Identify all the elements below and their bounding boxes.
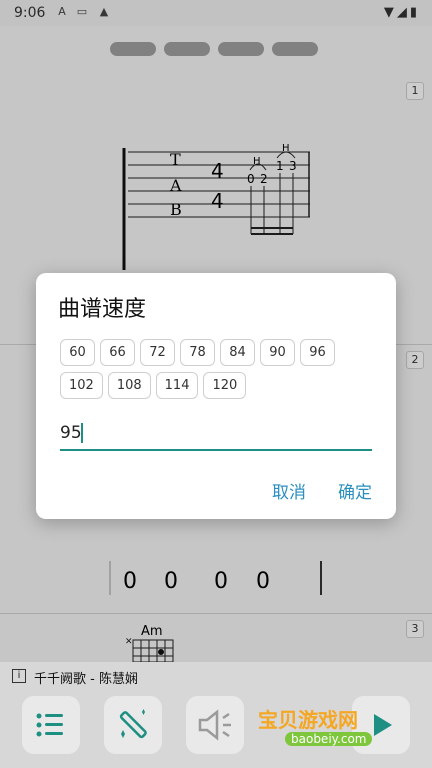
song-title: 千千阙歌 - 陈慧娴 — [34, 672, 138, 687]
dialog-actions: 取消 确定 — [272, 478, 372, 503]
notification-a-icon: A — [58, 5, 66, 18]
status-right-icons: ▼◢▮ — [383, 5, 420, 20]
chord-name: Am — [141, 624, 163, 639]
text-caret — [81, 423, 83, 443]
fret-note-4: 3 — [289, 159, 297, 173]
magic-button[interactable] — [104, 696, 162, 754]
tempo-options: 60 66 72 78 84 90 96 102 108 114 120 — [60, 339, 380, 399]
confirm-button[interactable]: 确定 — [338, 478, 372, 503]
cancel-button[interactable]: 取消 — [272, 478, 306, 503]
fret-note-3: 1 — [276, 159, 284, 173]
tempo-option-72[interactable]: 72 — [140, 339, 175, 366]
time-signature-top: 4 — [211, 159, 224, 183]
list-icon — [36, 713, 63, 737]
tempo-option-60[interactable]: 60 — [60, 339, 95, 366]
tempo-option-120[interactable]: 120 — [203, 372, 247, 399]
watermark-url: baobeiy.com — [285, 732, 373, 746]
rest-note-3: 0 — [214, 569, 228, 594]
tab-staff-1: T A B 4 4 H H 0 2 1 3 — [122, 143, 310, 270]
page-indicator-4[interactable] — [272, 42, 318, 56]
rest-note-4: 0 — [256, 569, 270, 594]
tempo-option-84[interactable]: 84 — [220, 339, 255, 366]
rest-note-1: 0 — [123, 569, 137, 594]
tempo-option-102[interactable]: 102 — [60, 372, 103, 399]
status-time: 9:06 — [14, 5, 46, 21]
page-indicator-2[interactable] — [164, 42, 210, 56]
svg-text:✕: ✕ — [125, 637, 133, 647]
page-selector — [110, 42, 318, 56]
tempo-input[interactable]: 95 — [60, 421, 372, 451]
tempo-option-66[interactable]: 66 — [100, 339, 135, 366]
tempo-option-78[interactable]: 78 — [180, 339, 215, 366]
tempo-dialog: 曲谱速度 60 66 72 78 84 90 96 102 108 114 12… — [36, 273, 396, 519]
info-icon[interactable]: i — [12, 669, 26, 683]
time-signature-bottom: 4 — [211, 189, 224, 213]
fret-note-2: 2 — [260, 172, 268, 186]
tempo-option-108[interactable]: 108 — [107, 372, 151, 399]
watermark-text: 宝贝游戏网 — [258, 708, 358, 732]
tempo-option-96[interactable]: 96 — [300, 339, 335, 366]
keyboard-icon: ▭ — [76, 5, 88, 18]
tab-letter-a: A — [169, 176, 182, 195]
page-indicator-1[interactable] — [110, 42, 156, 56]
page-indicator-3[interactable] — [218, 42, 264, 56]
status-bar: 9:06 A ▭ ▲ ▼◢▮ — [0, 0, 432, 26]
tab-letter-b: B — [170, 200, 182, 219]
dialog-title: 曲谱速度 — [58, 297, 147, 322]
bar-number-1: 1 — [406, 82, 424, 100]
chord-diagram: Am ✕ — [125, 624, 174, 662]
magic-wand-icon — [119, 709, 147, 739]
rest-note-2: 0 — [164, 569, 178, 594]
tempo-input-value: 95 — [60, 423, 82, 443]
staff-divider-2 — [0, 613, 432, 614]
bottom-toolbar — [0, 690, 432, 768]
tempo-option-114[interactable]: 114 — [155, 372, 199, 399]
tab-staff-2: 0 0 0 0 — [109, 561, 322, 595]
song-info-bar: i 千千阙歌 - 陈慧娴 — [0, 662, 432, 690]
tab-letter-t: T — [170, 150, 181, 169]
list-button[interactable] — [22, 696, 80, 754]
sound-button[interactable] — [186, 696, 244, 754]
speaker-icon — [198, 709, 231, 741]
tempo-option-90[interactable]: 90 — [260, 339, 295, 366]
fret-note-1: 0 — [247, 172, 255, 186]
bar-number-2: 2 — [406, 351, 424, 369]
warning-icon: ▲ — [99, 5, 109, 18]
